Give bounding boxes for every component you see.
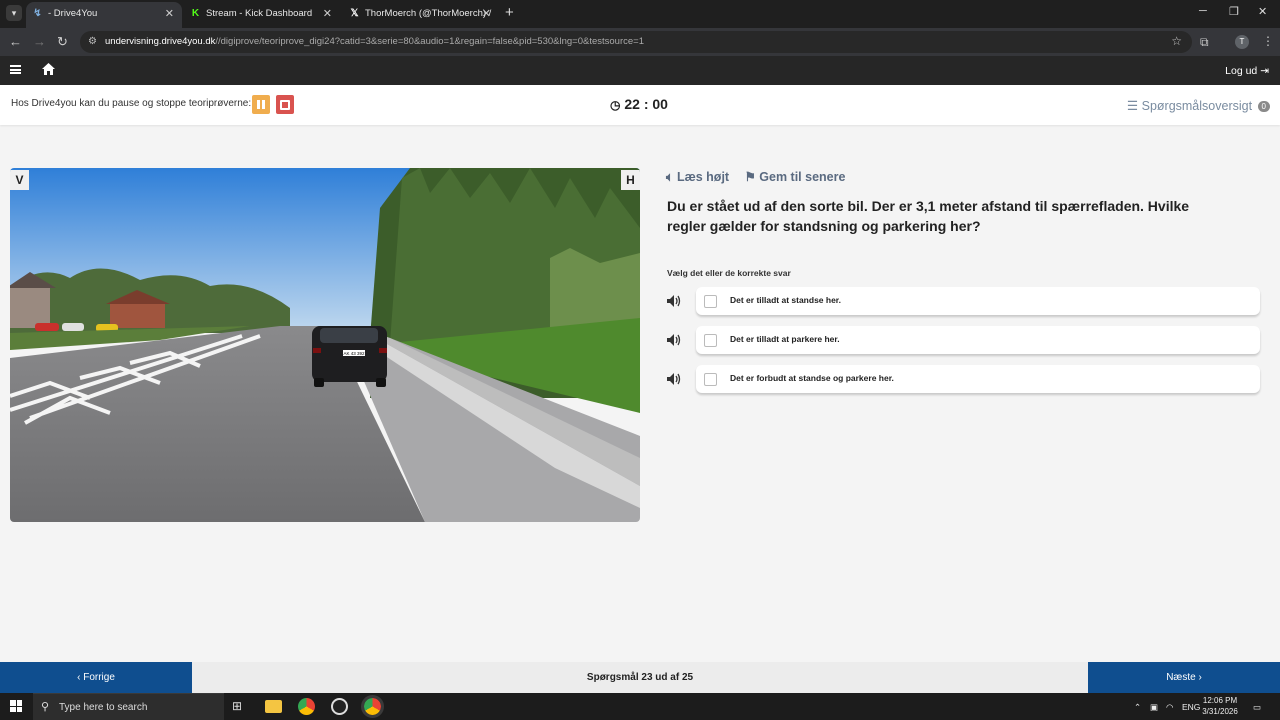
corner-label-right: H (621, 170, 640, 190)
wifi-icon[interactable]: ◠ (1166, 702, 1173, 713)
answer-checkbox[interactable] (704, 334, 717, 347)
speaker-icon[interactable] (667, 295, 681, 307)
windows-start-icon[interactable] (10, 700, 22, 712)
answer-row: Det er tilladt at standse her. (667, 287, 1261, 315)
tab-x-thormoerch[interactable]: 𝕏 ThorMoerch (@ThorMoerch) / ✕ (343, 2, 499, 28)
logout-button[interactable]: Log ud ⇥ (1225, 65, 1269, 77)
question-overview-button[interactable]: ☰ Spørgsmålsoversigt 0 (1127, 98, 1270, 113)
taskbar-clock[interactable]: 12:06 PM 3/31/2026 (1196, 695, 1244, 717)
browser-tab-bar: ▾ ↯ - Drive4You ✕ K Stream - Kick Dashbo… (0, 0, 1280, 28)
next-label: Næste (1166, 672, 1196, 683)
answer-label: Det er tilladt at standse her. (730, 295, 842, 305)
search-icon: ⚲ (41, 701, 50, 713)
back-arrow-icon[interactable]: ← (9, 34, 22, 50)
answer-option-3[interactable]: Det er forbudt at standse og parkere her… (696, 365, 1260, 393)
tab-title: Stream - Kick Dashboard (206, 8, 313, 19)
speaker-icon[interactable] (667, 334, 681, 346)
task-view-icon[interactable]: ⊞ (232, 698, 249, 715)
answer-option-1[interactable]: Det er tilladt at standse her. (696, 287, 1260, 315)
license-plate: AK 43 392 (343, 351, 365, 356)
site-info-icon[interactable]: ⚙ (88, 36, 100, 48)
exam-info-bar: Hos Drive4you kan du pause og stoppe teo… (0, 85, 1280, 125)
save-later-label: Gem til senere (759, 170, 846, 184)
browser-menu-icon[interactable]: ⋮ (1262, 34, 1274, 48)
answer-label: Det er tilladt at parkere her. (730, 334, 840, 344)
answer-label: Det er forbudt at standse og parkere her… (730, 373, 894, 383)
restore-icon[interactable]: ❐ (1229, 5, 1239, 18)
pause-info-text: Hos Drive4you kan du pause og stoppe teo… (11, 98, 252, 109)
windows-taskbar: ⚲ Type here to search ⊞ ⌃ ▣ ◠ ENG 12:06 … (0, 693, 1280, 720)
previous-label: Forrige (83, 672, 115, 683)
list-icon: ☰ (1126, 99, 1139, 113)
obs-icon[interactable] (331, 698, 348, 715)
profile-avatar[interactable]: T (1235, 35, 1249, 49)
extensions-icon[interactable]: ⧉ (1200, 35, 1209, 50)
chevron-right-icon: › (1198, 672, 1202, 683)
url-text: undervisning.drive4you.dk//digiprove/teo… (105, 36, 644, 47)
question-scene-image: AK 43 392 V H (10, 168, 640, 522)
close-tab-icon[interactable]: ✕ (165, 2, 174, 26)
tab-title: ThorMoerch (@ThorMoerch) / (365, 8, 492, 19)
overview-label: Spørgsmålsoversigt (1141, 99, 1253, 113)
timer-value: 22 : 00 (624, 96, 668, 112)
answer-row: Det er forbudt at standse og parkere her… (667, 365, 1261, 393)
stop-button[interactable] (276, 95, 294, 114)
bookmark-icon: ⚑ (744, 170, 756, 184)
exam-timer: ◷ 22 : 00 (610, 96, 668, 112)
pause-button[interactable] (252, 95, 270, 114)
clock-time: 12:06 PM (1202, 696, 1238, 705)
road-scene-illustration: AK 43 392 (10, 168, 640, 522)
bookmark-star-icon[interactable]: ☆ (1171, 34, 1182, 48)
speaker-icon: 🔈︎ (666, 170, 674, 184)
tray-chevron-icon[interactable]: ⌃ (1134, 702, 1141, 713)
site-navbar: Log ud ⇥ (0, 56, 1280, 85)
tray-device-icon: ▣ (1150, 702, 1159, 712)
previous-button[interactable]: ‹ Forrige (0, 662, 192, 693)
answer-option-2[interactable]: Det er tilladt at parkere her. (696, 326, 1260, 354)
chrome-icon[interactable] (298, 698, 315, 715)
save-later-button[interactable]: ⚑ Gem til senere (745, 170, 846, 184)
file-explorer-icon[interactable] (265, 700, 282, 713)
x-favicon-icon: 𝕏 (350, 8, 359, 19)
close-tab-icon[interactable]: ✕ (323, 2, 332, 26)
chevron-left-icon: ‹ (77, 672, 81, 683)
clock-icon: ◷ (610, 98, 621, 112)
question-tools: 🔈︎ Læs højt ⚑ Gem til senere (666, 169, 857, 185)
taskbar-search-input[interactable]: ⚲ Type here to search (33, 693, 224, 720)
hamburger-menu-icon[interactable] (10, 65, 21, 74)
notification-icon[interactable]: ▭ (1253, 702, 1261, 713)
tab-title: - Drive4You (48, 8, 98, 19)
answer-instruction: Vælg det eller de korrekte svar (667, 268, 791, 278)
kick-favicon-icon: K (191, 8, 200, 19)
tab-drive4you[interactable]: ↯ - Drive4You ✕ (26, 2, 182, 28)
overview-count-badge: 0 (1257, 101, 1270, 112)
browser-address-bar: ← → ↻ ⚙ undervisning.drive4you.dk//digip… (0, 28, 1280, 56)
url-input[interactable]: ⚙ undervisning.drive4you.dk//digiprove/t… (80, 31, 1192, 53)
clock-date: 3/31/2026 (1202, 707, 1238, 716)
new-tab-icon[interactable]: + (505, 4, 514, 22)
close-tab-icon[interactable]: ✕ (482, 2, 491, 26)
search-placeholder: Type here to search (59, 702, 148, 713)
logout-label: Log ud (1225, 65, 1258, 77)
answer-checkbox[interactable] (704, 373, 717, 386)
close-window-icon[interactable]: ✕ (1258, 5, 1267, 18)
forward-arrow-icon[interactable]: → (33, 34, 46, 50)
logout-icon: ⇥ (1260, 65, 1269, 77)
answer-checkbox[interactable] (704, 295, 717, 308)
reload-icon[interactable]: ↻ (57, 34, 68, 50)
answer-row: Det er tilladt at parkere her. (667, 326, 1261, 354)
read-aloud-button[interactable]: 🔈︎ Læs højt (666, 170, 733, 184)
tab-search-button[interactable]: ▾ (6, 5, 22, 21)
minimize-icon[interactable]: ─ (1199, 5, 1207, 17)
next-button[interactable]: Næste › (1088, 662, 1280, 693)
corner-label-left: V (10, 170, 29, 190)
speaker-icon[interactable] (667, 373, 681, 385)
drive4you-favicon-icon: ↯ (33, 8, 42, 19)
tab-kick-dashboard[interactable]: K Stream - Kick Dashboard ✕ (184, 2, 340, 28)
question-text: Du er stået ud af den sorte bil. Der er … (667, 198, 1190, 234)
read-aloud-label: Læs højt (677, 170, 730, 184)
chrome-profile-icon[interactable] (361, 695, 384, 718)
home-icon[interactable] (42, 63, 55, 75)
question-footer: Spørgsmål 23 ud af 25 ‹ Forrige Næste › (0, 662, 1280, 693)
